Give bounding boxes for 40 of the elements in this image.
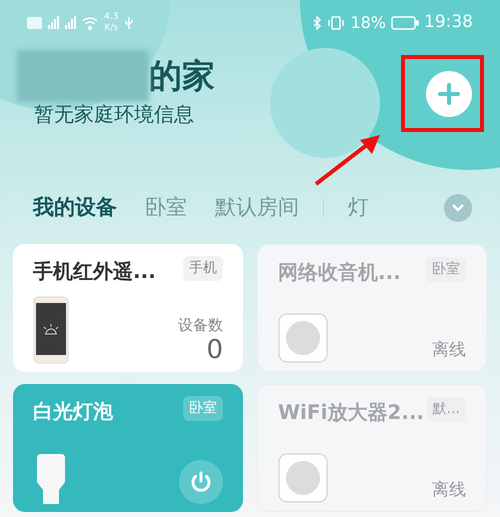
device-name: 手机红外遥...	[33, 258, 156, 285]
room-tag: 默...	[426, 397, 466, 422]
room-tab[interactable]: 我的设备	[33, 192, 117, 224]
power-button[interactable]	[179, 460, 223, 504]
arrow	[312, 132, 382, 188]
clock: 19:38	[424, 10, 473, 34]
usb-icon	[124, 16, 134, 30]
home-title: 的家	[149, 55, 215, 98]
device-card[interactable]: 网络收音机... 卧室 离线	[257, 244, 487, 372]
device-name: 网络收音机...	[278, 259, 401, 286]
plus-icon	[438, 82, 460, 104]
network-speed: 4.3	[104, 12, 118, 22]
signal-icon	[65, 16, 76, 29]
signal-icon	[48, 16, 59, 29]
room-tag: 卧室	[426, 257, 466, 282]
hd-icon	[27, 16, 42, 28]
expand-button[interactable]	[444, 194, 472, 222]
battery-icon	[391, 16, 419, 30]
battery-percent: 18%	[350, 12, 386, 34]
stat-value: 0	[206, 336, 223, 364]
status-text: 离线	[432, 478, 466, 502]
device-card[interactable]: WiFi放大器2... 默... 离线	[257, 384, 487, 512]
speed-unit: K/s	[104, 22, 118, 34]
home-subtitle: 暂无家庭环境信息	[34, 102, 195, 126]
device-name: 白光灯泡	[33, 398, 113, 425]
wifi-icon	[82, 16, 98, 30]
bluetooth-icon	[312, 16, 322, 30]
device-card[interactable]: 手机红外遥... 手机 设备数 0	[13, 244, 243, 372]
vibrate-icon	[327, 16, 346, 30]
room-tab[interactable]: 卧室	[145, 192, 187, 224]
stat-label: 设备数	[178, 314, 223, 336]
power-icon	[189, 470, 213, 494]
room-tag: 卧室	[183, 396, 223, 421]
chevron-down-icon	[451, 203, 465, 213]
room-tab[interactable]: 灯	[348, 192, 369, 224]
room-tag: 手机	[183, 256, 223, 281]
device-name: WiFi放大器2...	[278, 399, 424, 426]
status-text: 离线	[432, 338, 466, 362]
device-card[interactable]: 白光灯泡 卧室	[13, 384, 243, 512]
room-tab[interactable]: 默认房间	[215, 192, 299, 224]
